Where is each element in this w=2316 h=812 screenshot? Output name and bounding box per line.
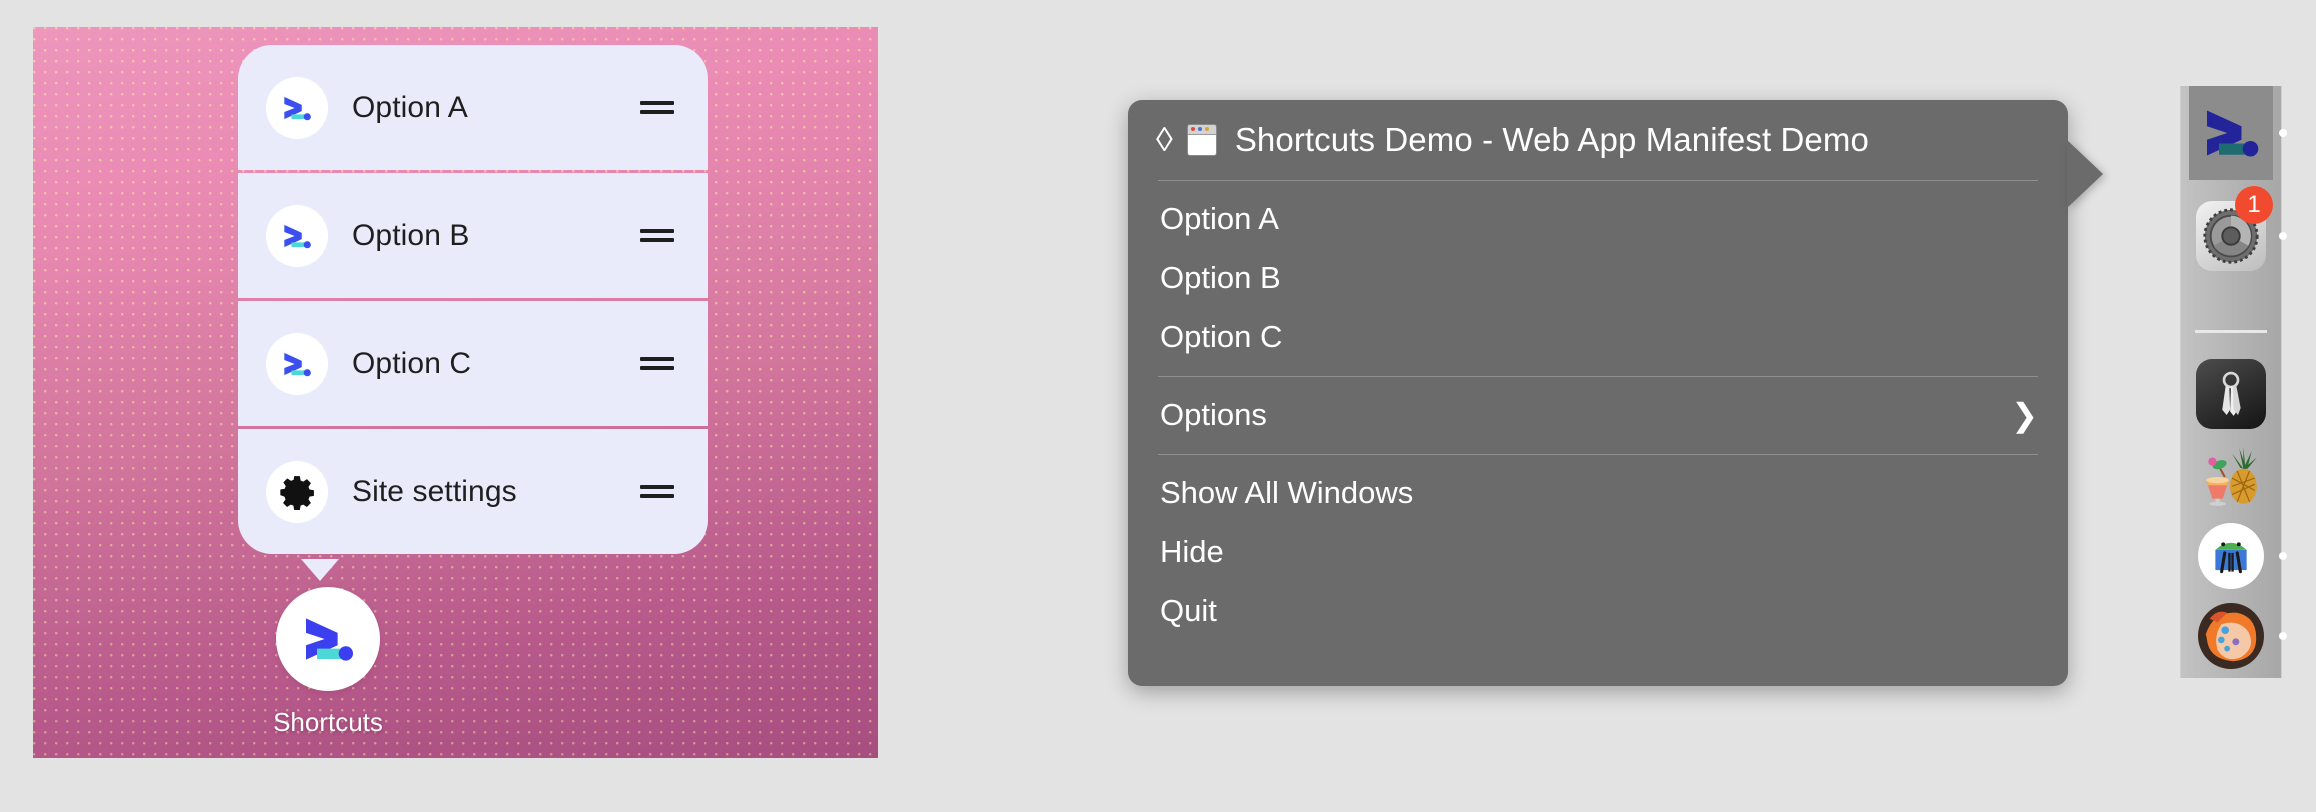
dock-item-macports[interactable] (2189, 438, 2273, 514)
shortcut-card-option-b[interactable]: Option B (238, 173, 708, 298)
menu-item-options[interactable]: Options ❯ (1128, 385, 2068, 444)
dock-item-keychain-access[interactable] (2189, 356, 2273, 432)
shortcut-menu-popup: Option A Option B (238, 45, 708, 554)
app-launcher-shortcuts[interactable]: Shortcuts (273, 587, 383, 738)
shortcuts-app-icon[interactable] (276, 587, 380, 691)
menu-item-show-all-windows[interactable]: Show All Windows (1128, 463, 2068, 522)
keys-glyph (2203, 366, 2259, 422)
firefox-icon (2198, 603, 2264, 669)
shortcut-card-label: Site settings (352, 475, 640, 509)
shortcut-card-label: Option C (352, 347, 640, 381)
context-menu-pointer-tail (2067, 140, 2103, 208)
pineapple-icon (2198, 443, 2264, 509)
shortcuts-app-icon (266, 77, 328, 139)
keychain-icon (2196, 359, 2266, 429)
shortcut-card-option-c[interactable]: Option C (238, 301, 708, 426)
menu-item-hide[interactable]: Hide (1128, 522, 2068, 581)
context-menu-header: ◊ Shortcuts Demo - Web App Manifest Demo (1128, 100, 2068, 180)
running-indicator-dot (2279, 232, 2287, 240)
chevron-right-icon: ❯ (2011, 399, 2038, 431)
menu-item-label: Hide (1160, 534, 2038, 570)
shortcuts-glyph (278, 345, 316, 383)
shortcut-card-label: Option B (352, 219, 640, 253)
dock-context-menu: ◊ Shortcuts Demo - Web App Manifest Demo… (1128, 100, 2068, 686)
popup-pointer-tail (301, 559, 339, 581)
drag-handle-icon[interactable] (640, 485, 674, 498)
drag-handle-icon[interactable] (640, 229, 674, 242)
macos-dock: 1 (2180, 86, 2282, 678)
shortcuts-glyph (278, 89, 316, 127)
running-indicator-dot (2279, 552, 2287, 560)
shortcut-card-label: Option A (352, 91, 640, 125)
shortcut-card-site-settings[interactable]: Site settings (238, 429, 708, 554)
android-glyph (2206, 531, 2256, 581)
menu-item-label: Option C (1160, 319, 2038, 355)
dock-item-shortcuts[interactable] (2189, 86, 2273, 180)
menu-item-label: Option A (1160, 201, 2038, 237)
menu-item-option-c[interactable]: Option C (1128, 307, 2068, 366)
menu-item-option-a[interactable]: Option A (1128, 189, 2068, 248)
android-icon (2198, 523, 2264, 589)
running-indicator-dot (2279, 632, 2287, 640)
menu-group-window-actions: Show All Windows Hide Quit (1128, 455, 2068, 650)
menu-item-label: Show All Windows (1160, 475, 2038, 511)
menu-item-quit[interactable]: Quit (1128, 581, 2068, 640)
menu-item-option-b[interactable]: Option B (1128, 248, 2068, 307)
gear-icon (266, 461, 328, 523)
drag-handle-icon[interactable] (640, 357, 674, 370)
shortcuts-app-icon (266, 333, 328, 395)
shortcut-card-option-a[interactable]: Option A (238, 45, 708, 170)
home-screen-panel: Option A Option B (33, 27, 878, 758)
dock-divider (2195, 330, 2267, 333)
diamond-icon: ◊ (1156, 123, 1173, 157)
context-menu-title: Shortcuts Demo - Web App Manifest Demo (1235, 121, 1869, 159)
drag-handle-icon[interactable] (640, 101, 674, 114)
menu-item-label: Quit (1160, 593, 2038, 629)
menu-item-label: Options (1160, 397, 2011, 433)
gear-glyph (277, 472, 317, 512)
screenshot-root: Option A Option B (0, 0, 2316, 812)
running-indicator-dot (2279, 129, 2287, 137)
dock-item-android-studio[interactable] (2189, 518, 2273, 594)
shortcuts-glyph (278, 217, 316, 255)
window-icon (1187, 124, 1217, 156)
shortcuts-app-icon (266, 205, 328, 267)
notification-badge: 1 (2235, 186, 2273, 224)
menu-group-options: Options ❯ (1128, 377, 2068, 454)
shortcuts-glyph (295, 606, 361, 672)
app-launcher-label: Shortcuts (273, 707, 383, 738)
menu-group-shortcuts: Option A Option B Option C (1128, 181, 2068, 376)
dock-item-system-settings[interactable]: 1 (2189, 190, 2273, 282)
firefox-glyph (2200, 605, 2262, 667)
shortcuts-app-icon (2195, 97, 2267, 169)
dock-item-firefox[interactable] (2189, 598, 2273, 674)
menu-item-label: Option B (1160, 260, 2038, 296)
